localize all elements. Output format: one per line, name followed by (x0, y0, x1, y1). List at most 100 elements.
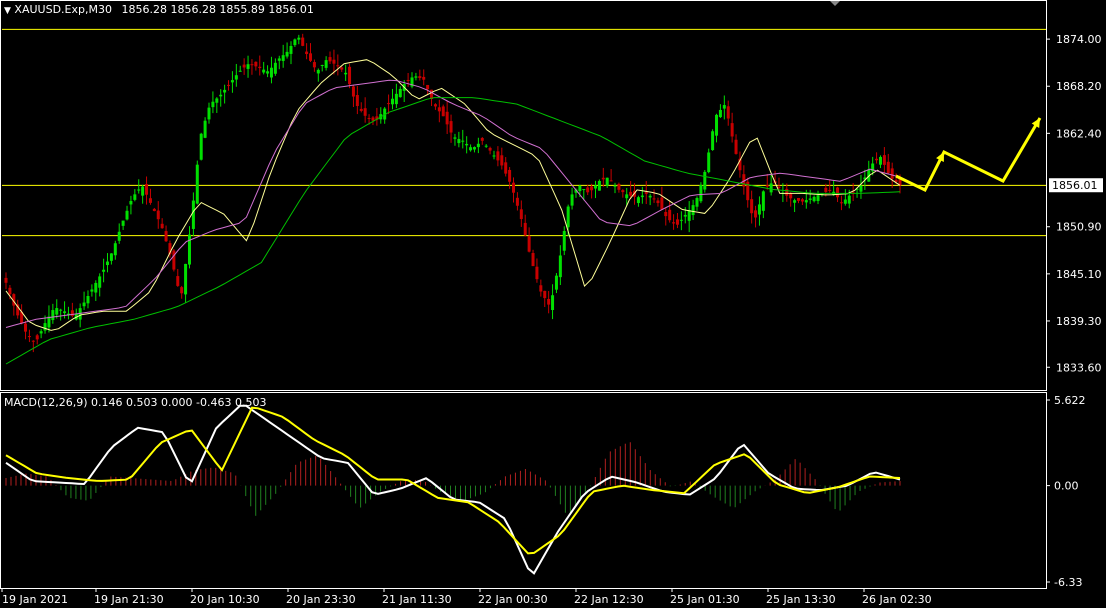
candle-body-60 (238, 70, 242, 72)
candle-body-14 (59, 309, 63, 311)
candle-body-166 (652, 198, 656, 200)
candle-body-111 (437, 107, 441, 112)
candle-body-116 (457, 139, 461, 144)
macd-series-macd (5, 404, 901, 575)
candle-body-213 (836, 187, 840, 198)
candle-body-57 (227, 84, 231, 86)
candle-body-156 (613, 185, 617, 187)
time-tick-label-2: 20 Jan 10:30 (190, 593, 260, 606)
moving-average-1 (5, 79, 901, 328)
candle-body-49 (195, 164, 199, 204)
forecast-arrows (895, 117, 1042, 192)
candle-body-71 (281, 55, 285, 61)
candle-body-80 (316, 69, 320, 74)
candle-body-150 (590, 186, 594, 191)
candle-body-68 (269, 67, 273, 78)
candle-body-154 (605, 177, 609, 186)
candle-body-103 (406, 79, 410, 81)
time-tick-label-6: 22 Jan 12:30 (574, 593, 644, 606)
candle-body-155 (609, 180, 613, 182)
candle-body-26 (106, 261, 110, 266)
candle-body-118 (465, 143, 469, 146)
time-tick-label-3: 20 Jan 23:30 (286, 593, 356, 606)
candle-body-186 (730, 123, 734, 137)
macd-label: MACD(12,26,9) 0.146 0.503 0.000 -0.463 0… (4, 396, 267, 409)
candle-body-75 (297, 37, 301, 40)
candle-body-194 (761, 191, 765, 211)
symbol-label: XAUUSD.Exp,M30 (14, 3, 112, 16)
candle-body-123 (484, 145, 488, 147)
candle-body-117 (461, 140, 465, 142)
candle-body-133 (523, 222, 527, 236)
candle-body-47 (187, 234, 191, 265)
candle-body-15 (63, 311, 67, 314)
candle-body-225 (882, 155, 886, 165)
candle-body-73 (289, 45, 293, 54)
candle-body-36 (145, 183, 149, 195)
candle-body-224 (878, 156, 882, 165)
candle-body-201 (789, 193, 793, 199)
candle-body-39 (156, 210, 160, 220)
candle-body-82 (324, 60, 328, 68)
candle-body-144 (566, 206, 570, 228)
candle-body-174 (683, 214, 687, 217)
candle-body-148 (582, 189, 586, 191)
price-axis: 1874.00 1868.20 1862.40 1856.01 1850.90 1845.… (1046, 33, 1103, 374)
candle-body-40 (160, 223, 164, 229)
candle-body-93 (367, 117, 371, 119)
candle-body-122 (480, 138, 484, 141)
ohlc-values: 1856.28 1856.28 1855.89 1856.01 (121, 3, 314, 16)
candle-body-205 (804, 200, 808, 203)
candle-body-58 (230, 80, 234, 83)
candle-body-90 (355, 94, 359, 107)
candle-body-35 (141, 186, 145, 196)
macd-axis: 5.622 0.00 -6.33 (1046, 394, 1086, 589)
time-tick-label-7: 25 Jan 01:30 (670, 593, 740, 606)
candle-body-99 (390, 98, 394, 105)
chart-header: ▼ XAUUSD.Exp,M30 1856.28 1856.28 1855.89… (4, 3, 314, 16)
candle-body-5 (24, 323, 28, 332)
candle-body-83 (328, 57, 332, 62)
price-tick-label-0: 1874.00 (1056, 33, 1102, 46)
candle-body-33 (133, 194, 137, 200)
candle-body-165 (648, 195, 652, 198)
candle-body-13 (55, 308, 59, 315)
collapse-triangle-icon[interactable]: ▼ (4, 6, 11, 16)
candle-body-21 (86, 295, 90, 304)
scroll-marker-icon (830, 1, 840, 6)
candle-body-179 (703, 171, 707, 190)
candle-body-157 (617, 183, 621, 190)
candle-body-43 (172, 250, 176, 270)
candle-body-45 (180, 287, 184, 294)
candle-body-46 (184, 263, 188, 295)
time-tick-label-8: 25 Jan 13:30 (766, 593, 836, 606)
candle-body-86 (340, 67, 344, 70)
candle-body-28 (113, 243, 117, 256)
candle-body-223 (875, 158, 879, 161)
candle-body-177 (695, 198, 699, 207)
candle-body-162 (636, 197, 640, 204)
time-tick-label-9: 26 Jan 02:30 (862, 593, 932, 606)
candle-body-94 (371, 117, 375, 121)
candle-body-78 (309, 53, 313, 61)
candle-body-158 (621, 190, 625, 193)
candle-body-88 (348, 66, 352, 85)
candle-body-79 (312, 62, 316, 68)
candle-body-107 (422, 76, 426, 80)
time-tick-label-5: 22 Jan 00:30 (478, 593, 548, 606)
candle-body-184 (722, 105, 726, 109)
candle-body-149 (586, 187, 590, 193)
candle-body-1 (8, 287, 12, 295)
candle-body-61 (242, 64, 246, 68)
candle-body-101 (398, 88, 402, 98)
candle-body-151 (593, 185, 597, 189)
candle-body-142 (558, 255, 562, 278)
candle-body-48 (191, 200, 195, 229)
candle-body-110 (433, 104, 437, 107)
candle-body-198 (777, 186, 781, 188)
candle-body-89 (351, 86, 355, 97)
time-tick-label-0: 19 Jan 2021 (2, 593, 68, 606)
candle-body-211 (828, 189, 832, 191)
candle-body-202 (793, 200, 797, 203)
macd-panel (5, 404, 901, 575)
